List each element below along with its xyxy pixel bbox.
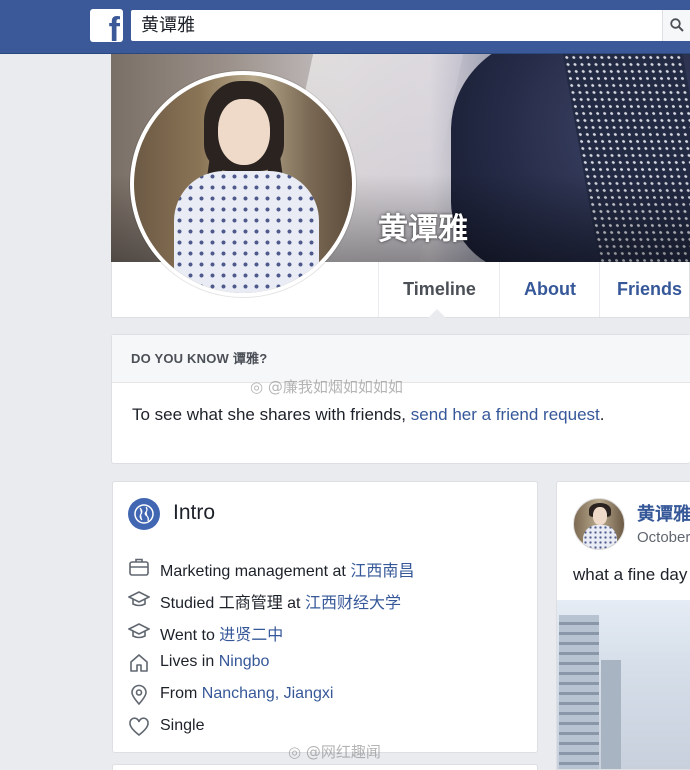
high-school-link[interactable]: 进贤二中 bbox=[219, 627, 283, 644]
post-photo[interactable] bbox=[557, 600, 690, 769]
intro-row-relationship: Single bbox=[128, 716, 528, 738]
search-button[interactable] bbox=[662, 10, 690, 41]
intro-title: Intro bbox=[173, 501, 216, 524]
post-card: 黄谭雅 October what a fine day bbox=[556, 481, 690, 770]
university-link[interactable]: 江西财经大学 bbox=[305, 595, 401, 612]
post-text: what a fine day bbox=[573, 565, 688, 584]
post-author-link[interactable]: 黄谭雅 bbox=[637, 500, 690, 526]
graduation-cap-icon bbox=[128, 591, 150, 607]
intro-card: Intro Marketing management at 江西南昌 Studi… bbox=[112, 481, 538, 753]
watermark-text: ◎ @网红趣闻 bbox=[288, 743, 381, 761]
facebook-logo-icon[interactable]: f bbox=[90, 9, 123, 42]
next-card-edge bbox=[112, 764, 538, 770]
avatar[interactable] bbox=[573, 498, 625, 550]
tab-friends[interactable]: Friends bbox=[599, 262, 690, 317]
active-tab-indicator bbox=[428, 309, 446, 318]
intro-row-from: From Nanchang, Jiangxi bbox=[128, 684, 528, 706]
intro-row-studied: Studied 工商管理 at 江西财经大学 bbox=[128, 588, 528, 612]
watermark-text: ◎ @廉我如烟如如如如 bbox=[250, 378, 403, 396]
intro-row-lives: Lives in Ningbo bbox=[128, 652, 528, 674]
home-icon bbox=[130, 654, 148, 672]
briefcase-icon bbox=[129, 558, 149, 576]
hometown-link[interactable]: Nanchang, Jiangxi bbox=[202, 685, 334, 702]
workplace-link[interactable]: 江西南昌 bbox=[350, 563, 414, 580]
profile-picture[interactable] bbox=[130, 71, 356, 297]
current-city-link[interactable]: Ningbo bbox=[219, 653, 270, 670]
do-you-know-card: DO YOU KNOW 谭雅? To see what she shares w… bbox=[111, 334, 690, 464]
heart-icon bbox=[129, 717, 149, 737]
top-nav-bar: f 黄谭雅 bbox=[0, 0, 690, 54]
tab-about[interactable]: About bbox=[499, 262, 600, 317]
friend-request-link[interactable]: send her a friend request bbox=[411, 405, 600, 424]
weibo-logo-icon: ◎ bbox=[288, 743, 302, 761]
location-pin-icon bbox=[131, 684, 147, 706]
search-icon bbox=[670, 18, 684, 32]
globe-icon bbox=[128, 498, 160, 530]
graduation-cap-icon bbox=[128, 623, 150, 639]
intro-row-work: Marketing management at 江西南昌 bbox=[128, 556, 528, 580]
intro-row-school: Went to 进贤二中 bbox=[128, 620, 528, 644]
search-input[interactable]: 黄谭雅 bbox=[131, 10, 671, 41]
profile-name[interactable]: 黄谭雅 bbox=[378, 204, 468, 248]
weibo-logo-icon: ◎ bbox=[250, 378, 264, 396]
post-timestamp[interactable]: October bbox=[637, 529, 690, 546]
